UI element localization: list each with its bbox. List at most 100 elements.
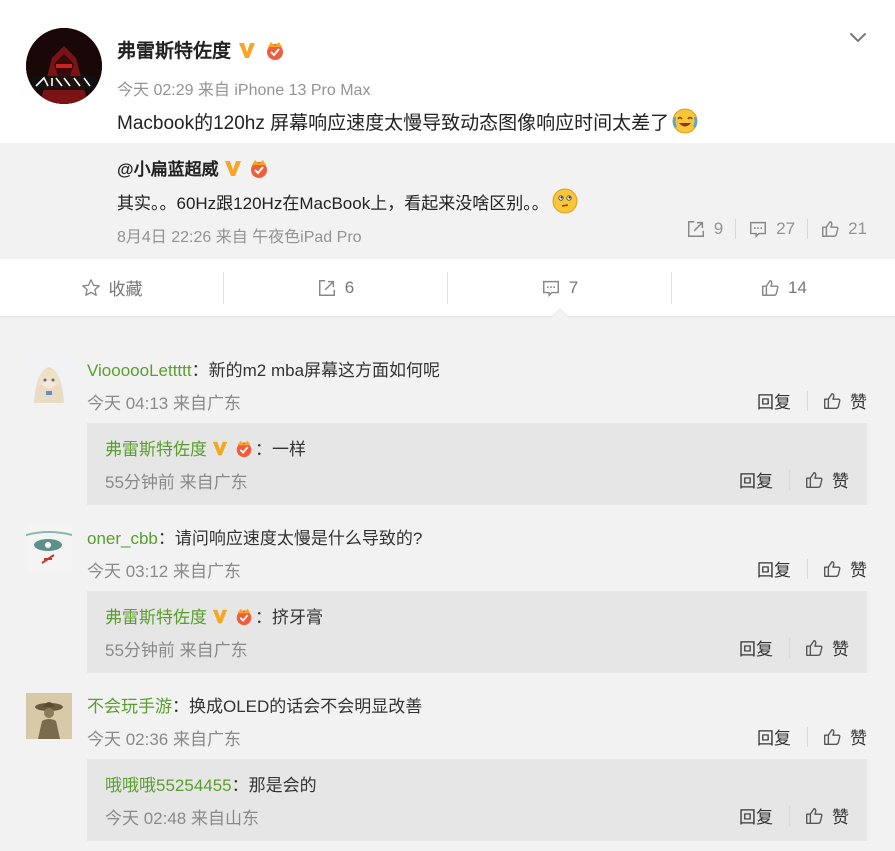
- like-button[interactable]: 14: [672, 259, 895, 316]
- like-label: 赞: [832, 808, 849, 827]
- reply-item: 哦哦哦55254455：那是会的 今天 02:48 来自山东 回复 赞: [87, 759, 867, 841]
- comment-icon: [750, 221, 767, 239]
- reply-author-name[interactable]: 弗雷斯特佐度: [105, 603, 207, 628]
- comment-text: oner_cbb：请问响应速度太慢是什么导致的?: [87, 524, 422, 549]
- reply-author-name[interactable]: 哦哦哦55254455: [105, 776, 232, 795]
- repost-comment-count: 27: [776, 219, 796, 238]
- reply-item: 弗雷斯特佐度 ：一样 55分钟前 来自广东 回复 赞: [87, 423, 867, 505]
- like-count: 14: [788, 277, 807, 297]
- thumbs-up-icon: [824, 728, 841, 745]
- share-icon: [318, 279, 335, 296]
- member-crown-icon: [236, 608, 252, 625]
- comment-actions: 回复 赞: [757, 724, 867, 749]
- comment-text: VioooooLettttt：新的m2 mba屏幕这方面如何呢: [87, 356, 440, 381]
- reply-author-name[interactable]: 弗雷斯特佐度: [105, 435, 207, 460]
- comment-like-button[interactable]: 赞: [808, 724, 867, 749]
- repost-meta: 8月4日 22:26 来自 午夜色iPad Pro: [117, 229, 362, 246]
- reply-actions: 回复 赞: [739, 467, 849, 492]
- post-text-content: Macbook的120hz 屏幕响应速度太慢导致动态图像响应时间太差了: [117, 112, 670, 134]
- share-count: 6: [344, 277, 355, 297]
- member-crown-icon: [236, 440, 252, 457]
- thumbs-up-icon: [806, 639, 823, 656]
- reply-like-button[interactable]: 赞: [790, 467, 849, 492]
- repost-comment-stat[interactable]: 27: [736, 219, 807, 239]
- like-label: 赞: [850, 729, 867, 748]
- reply-like-button[interactable]: 赞: [790, 635, 849, 660]
- repost-share-count: 9: [713, 219, 724, 238]
- member-crown-icon: [247, 157, 271, 179]
- like-label: 赞: [832, 640, 849, 659]
- commenter-name[interactable]: VioooooLettttt: [87, 361, 192, 380]
- comment-meta: 今天 04:13 来自广东: [87, 394, 241, 413]
- repost-text: 其实。。60Hz跟120Hz在MacBook上，看起来没啥区别。。: [117, 187, 579, 215]
- thumbs-up-icon: [806, 471, 823, 488]
- repost-text-content: 其实。。60Hz跟120Hz在MacBook上，看起来没啥区别。。: [117, 193, 549, 213]
- reply-button[interactable]: 回复: [757, 724, 807, 749]
- repost-like-count: 21: [848, 219, 867, 238]
- post-action-bar: 收藏 6 7 14: [0, 259, 895, 317]
- comment-actions: 回复 赞: [757, 556, 867, 581]
- commenter-name[interactable]: oner_cbb: [87, 529, 158, 548]
- reply-button[interactable]: 回复: [757, 388, 807, 413]
- like-label: 赞: [850, 393, 867, 412]
- repost-stats: 9 27 21: [674, 219, 867, 239]
- reply-text: 哦哦哦55254455：那是会的: [105, 771, 317, 796]
- chevron-down-icon[interactable]: [847, 26, 869, 48]
- author-avatar[interactable]: [26, 28, 102, 104]
- repost-share-stat[interactable]: 9: [674, 219, 735, 239]
- comment-body: ：新的m2 mba屏幕这方面如何呢: [191, 361, 441, 380]
- thinking-emoji-icon: [551, 187, 579, 215]
- reply-actions: 回复 赞: [739, 803, 849, 828]
- reply-button[interactable]: 回复: [757, 556, 807, 581]
- reply-body: ：一样: [255, 440, 306, 459]
- author-name[interactable]: 弗雷斯特佐度: [117, 36, 287, 63]
- reply-button[interactable]: 回复: [739, 467, 789, 492]
- reply-actions: 回复 赞: [739, 635, 849, 660]
- reply-author[interactable]: 弗雷斯特佐度: [105, 603, 255, 628]
- reply-body: ：那是会的: [231, 776, 317, 795]
- reply-item: 弗雷斯特佐度 ：挤牙膏 55分钟前 来自广东 回复 赞: [87, 591, 867, 673]
- comment-meta: 今天 02:36 来自广东: [87, 730, 241, 749]
- repost-author-name[interactable]: @小扁蓝超威: [117, 155, 219, 180]
- thumbs-up-icon: [824, 560, 841, 577]
- share-button[interactable]: 6: [224, 259, 447, 316]
- commenter-name[interactable]: 不会玩手游: [87, 697, 172, 716]
- reply-button[interactable]: 回复: [739, 803, 789, 828]
- commenter-avatar[interactable]: [26, 693, 72, 739]
- comment-body: ：换成OLED的话会不会明显改善: [172, 697, 423, 716]
- author-name-text[interactable]: 弗雷斯特佐度: [117, 36, 231, 63]
- star-icon: [81, 278, 100, 296]
- member-crown-icon: [263, 39, 287, 61]
- comment-like-button[interactable]: 赞: [808, 556, 867, 581]
- reposted-content[interactable]: @小扁蓝超威 其实。。60Hz跟120Hz在MacBook上，看起来没啥区别。。…: [0, 143, 895, 259]
- weibo-post: 弗雷斯特佐度 今天 02:29 来自 iPhone 13 Pro Max Mac…: [0, 0, 895, 143]
- verified-v-icon: [212, 609, 228, 623]
- comment-count: 7: [568, 277, 579, 297]
- reply-text: 弗雷斯特佐度 ：一样: [105, 435, 306, 460]
- verified-v-icon: [212, 441, 228, 455]
- comment-like-button[interactable]: 赞: [808, 388, 867, 413]
- thumbs-up-icon: [762, 279, 779, 296]
- comment-meta: 今天 03:12 来自广东: [87, 562, 241, 581]
- comment-actions: 回复 赞: [757, 388, 867, 413]
- reply-author[interactable]: 弗雷斯特佐度: [105, 435, 255, 460]
- verified-v-icon: [237, 40, 257, 60]
- favorite-label: 收藏: [108, 280, 143, 299]
- thumbs-up-icon: [806, 807, 823, 824]
- commenter-avatar[interactable]: [26, 525, 72, 571]
- favorite-button[interactable]: 收藏: [0, 259, 223, 316]
- comment-list: VioooooLettttt：新的m2 mba屏幕这方面如何呢 今天 04:13…: [0, 317, 895, 851]
- repost-author[interactable]: @小扁蓝超威: [117, 155, 271, 180]
- like-label: 赞: [850, 561, 867, 580]
- commenter-avatar[interactable]: [26, 357, 72, 403]
- repost-like-stat[interactable]: 21: [808, 219, 867, 239]
- post-meta: 今天 02:29 来自 iPhone 13 Pro Max: [117, 82, 371, 99]
- reply-button[interactable]: 回复: [739, 635, 789, 660]
- share-icon: [687, 221, 704, 237]
- thumbs-up-icon: [822, 221, 839, 237]
- reply-like-button[interactable]: 赞: [790, 803, 849, 828]
- reply-text: 弗雷斯特佐度 ：挤牙膏: [105, 603, 323, 628]
- reply-meta: 今天 02:48 来自山东: [105, 809, 259, 828]
- reply-meta: 55分钟前 来自广东: [105, 473, 248, 492]
- comment-button[interactable]: 7: [448, 259, 671, 317]
